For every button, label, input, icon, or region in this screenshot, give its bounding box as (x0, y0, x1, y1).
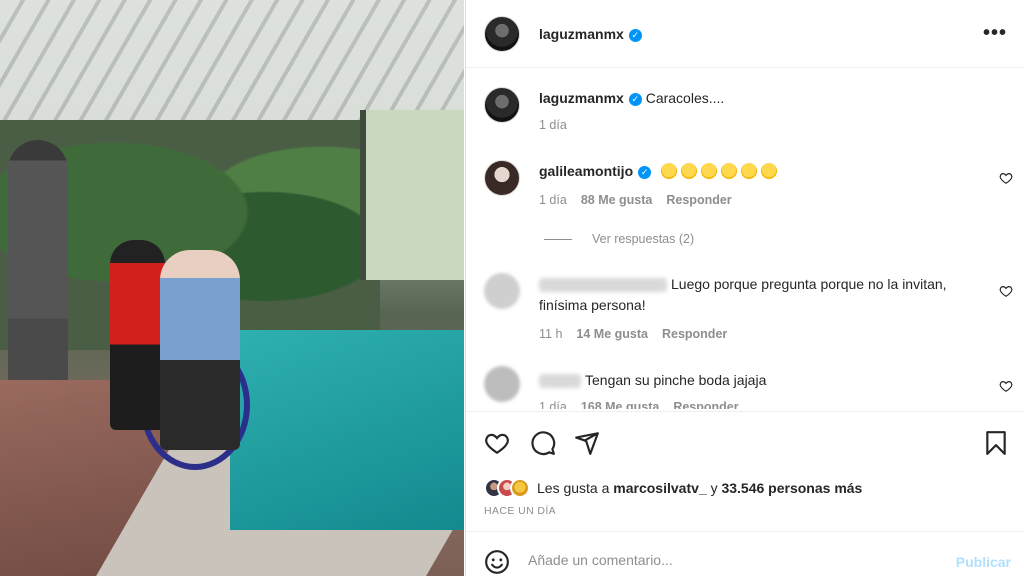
comment-likes[interactable]: 168 Me gusta (581, 400, 660, 409)
comment-text: Tengan su pinche boda jajaja (585, 372, 767, 388)
caption-author[interactable]: laguzmanmx (539, 90, 624, 106)
photo-window (360, 110, 464, 280)
laughing-emoji-icon (701, 163, 718, 179)
comment-like-heart-icon[interactable] (999, 284, 1013, 298)
comment-3-meta: 1 día 168 Me gusta Responder (539, 400, 739, 409)
likes-connector: y (710, 480, 718, 496)
laughing-emoji-icon (721, 163, 738, 179)
post-time[interactable]: HACE UN DÍA (484, 505, 556, 517)
post-header: laguzmanmx ✓ ••• (466, 0, 1024, 68)
author-username[interactable]: laguzmanmx ✓ (539, 26, 642, 42)
view-replies-label[interactable]: Ver respuestas (2) (592, 232, 694, 246)
post-photo[interactable] (0, 0, 464, 576)
laughing-emoji-icon (761, 163, 778, 179)
heart-icon[interactable] (484, 430, 510, 456)
liker-avatar (510, 478, 530, 498)
author-avatar[interactable] (484, 16, 520, 52)
comments-list[interactable]: laguzmanmx ✓ Caracoles.... 1 día galileam… (466, 69, 1024, 409)
comment-avatar[interactable] (484, 273, 520, 309)
reply-button[interactable]: Responder (666, 193, 731, 207)
comment-like-heart-icon[interactable] (999, 379, 1013, 393)
hidden-username (539, 374, 581, 389)
likes-count[interactable]: 33.546 personas más (721, 480, 862, 496)
caption: laguzmanmx ✓ Caracoles.... (539, 88, 979, 109)
verified-badge-icon: ✓ (638, 165, 652, 179)
verified-badge-icon: ✓ (628, 28, 642, 42)
comment-avatar[interactable] (484, 160, 520, 196)
liker-username[interactable]: marcosilvatv_ (613, 480, 706, 496)
comment-2-meta: 11 h 14 Me gusta Responder (539, 327, 727, 341)
publish-button[interactable]: Publicar (956, 554, 1011, 570)
reply-button[interactable]: Responder (673, 400, 738, 409)
reply-button[interactable]: Responder (662, 327, 727, 341)
replies-divider (544, 238, 572, 240)
comment-time[interactable]: 11 h (539, 327, 562, 341)
laughing-emoji-icon (661, 163, 678, 179)
caption-meta: 1 día (539, 118, 567, 132)
caption-author-avatar[interactable] (484, 87, 520, 123)
photo-pool (230, 330, 464, 530)
likes-summary[interactable]: Les gusta a marcosilvatv_ y 33.546 perso… (484, 478, 862, 498)
comment-likes[interactable]: 88 Me gusta (581, 193, 653, 207)
comment-1-meta: 1 día 88 Me gusta Responder (539, 193, 732, 207)
comment-2: Luego porque pregunta porque no la invit… (539, 274, 979, 316)
verified-badge-icon: ✓ (628, 92, 642, 106)
caption-text: Caracoles.... (645, 90, 725, 106)
comment-time[interactable]: 1 día (539, 193, 567, 207)
add-comment-bar: Publicar (466, 531, 1024, 576)
photo-heater (8, 140, 68, 395)
view-replies-button[interactable]: Ver respuestas (2) (544, 232, 694, 246)
author-username-text[interactable]: laguzmanmx (539, 26, 624, 42)
comment-author[interactable]: galileamontijo (539, 163, 633, 179)
smiley-icon[interactable] (484, 549, 510, 575)
likes-prefix: Les gusta a (537, 480, 610, 496)
photo-person-left (110, 240, 165, 430)
caption-time[interactable]: 1 día (539, 118, 567, 132)
comment-3: Tengan su pinche boda jajaja (539, 370, 979, 391)
photo-person-right (160, 250, 240, 450)
likes-text: Les gusta a marcosilvatv_ y 33.546 perso… (537, 480, 862, 496)
comment-icon[interactable] (530, 430, 556, 456)
send-icon[interactable] (574, 430, 600, 456)
hidden-username (539, 278, 667, 293)
more-options-icon[interactable]: ••• (983, 22, 1007, 45)
post-details-panel: laguzmanmx ✓ ••• laguzmanmx ✓ Caracoles...… (465, 0, 1024, 576)
emoji-row (661, 163, 781, 179)
comment-1: galileamontijo ✓ (539, 161, 979, 182)
comment-time[interactable]: 1 día (539, 400, 567, 409)
laughing-emoji-icon (681, 163, 698, 179)
bookmark-icon[interactable] (983, 430, 1009, 456)
comment-input[interactable] (528, 552, 928, 568)
comment-likes[interactable]: 14 Me gusta (576, 327, 648, 341)
comment-avatar[interactable] (484, 366, 520, 402)
post-actions: Les gusta a marcosilvatv_ y 33.546 perso… (466, 411, 1024, 531)
laughing-emoji-icon (741, 163, 758, 179)
comment-like-heart-icon[interactable] (999, 171, 1013, 185)
